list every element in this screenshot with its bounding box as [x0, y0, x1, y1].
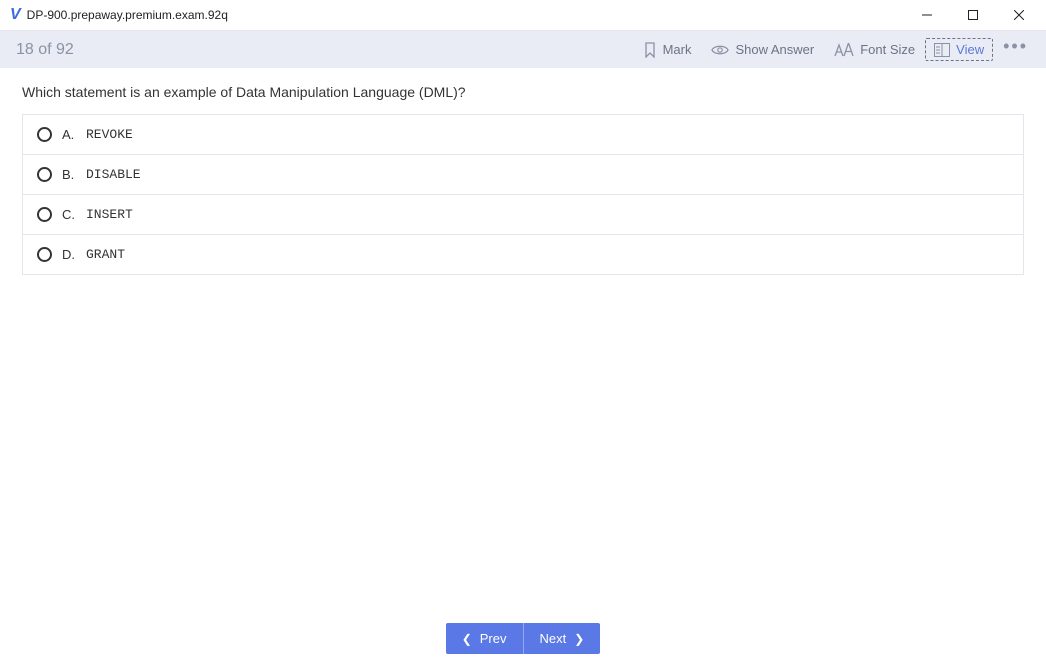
view-label: View [956, 42, 984, 57]
choice-letter: B. [62, 167, 76, 182]
choice-a[interactable]: A. REVOKE [23, 115, 1023, 155]
more-button[interactable]: ••• [993, 36, 1034, 63]
content-area: Which statement is an example of Data Ma… [0, 68, 1046, 609]
choice-b[interactable]: B. DISABLE [23, 155, 1023, 195]
question-counter: 18 of 92 [16, 41, 74, 59]
choice-text: DISABLE [86, 167, 141, 182]
choice-c[interactable]: C. INSERT [23, 195, 1023, 235]
radio-icon [37, 247, 52, 262]
choice-text: GRANT [86, 247, 125, 262]
minimize-button[interactable] [904, 0, 950, 30]
next-label: Next [540, 631, 567, 646]
choice-letter: A. [62, 127, 76, 142]
show-answer-label: Show Answer [735, 42, 814, 57]
chevron-right-icon: ❯ [574, 633, 584, 645]
view-button[interactable]: View [925, 38, 993, 61]
radio-icon [37, 207, 52, 222]
prev-label: Prev [480, 631, 507, 646]
choice-text: REVOKE [86, 127, 133, 142]
next-button[interactable]: Next ❯ [524, 623, 601, 654]
prev-button[interactable]: ❮ Prev [446, 623, 524, 654]
choice-letter: D. [62, 247, 76, 262]
close-icon [1014, 10, 1024, 20]
eye-icon [711, 44, 729, 56]
titlebar: V DP-900.prepaway.premium.exam.92q [0, 0, 1046, 30]
bookmark-icon [643, 42, 657, 58]
choice-d[interactable]: D. GRANT [23, 235, 1023, 274]
maximize-button[interactable] [950, 0, 996, 30]
choice-text: INSERT [86, 207, 133, 222]
show-answer-button[interactable]: Show Answer [701, 38, 824, 61]
chevron-left-icon: ❮ [462, 633, 472, 645]
minimize-icon [922, 10, 932, 20]
font-size-icon [834, 43, 854, 57]
ellipsis-icon: ••• [1003, 36, 1028, 56]
maximize-icon [968, 10, 978, 20]
question-text: Which statement is an example of Data Ma… [22, 84, 1024, 100]
mark-button[interactable]: Mark [633, 38, 702, 62]
radio-icon [37, 167, 52, 182]
radio-icon [37, 127, 52, 142]
mark-label: Mark [663, 42, 692, 57]
close-button[interactable] [996, 0, 1042, 30]
footer: ❮ Prev Next ❯ [0, 609, 1046, 672]
font-size-button[interactable]: Font Size [824, 38, 925, 61]
toolbar: 18 of 92 Mark Show Answer Font Size View… [0, 30, 1046, 68]
choice-letter: C. [62, 207, 76, 222]
app-logo-icon: V [10, 6, 21, 24]
font-size-label: Font Size [860, 42, 915, 57]
view-layout-icon [934, 43, 950, 57]
window-title: DP-900.prepaway.premium.exam.92q [27, 8, 228, 22]
nav-buttons: ❮ Prev Next ❯ [446, 623, 601, 654]
choices-list: A. REVOKE B. DISABLE C. INSERT D. GRANT [22, 114, 1024, 275]
